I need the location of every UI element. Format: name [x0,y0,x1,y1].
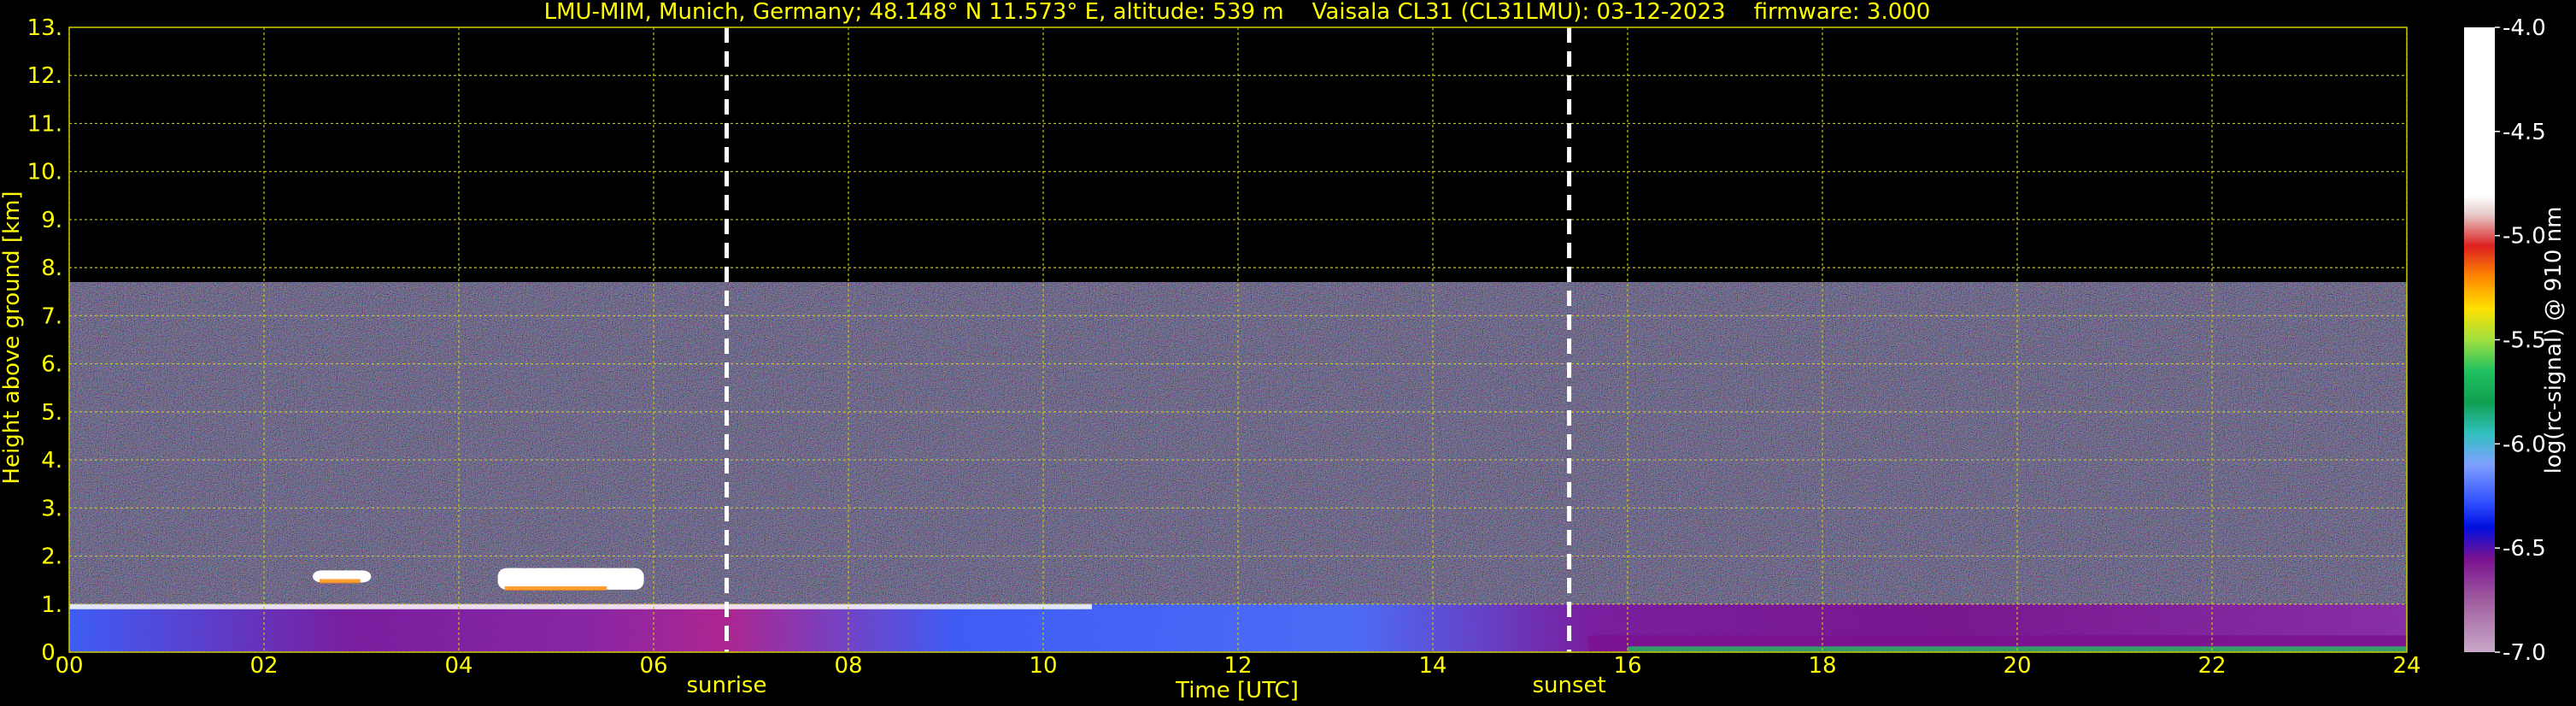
colorbar-tick-label: -5.5 [2503,328,2546,354]
colorbar-tick-label: -4.0 [2503,15,2546,41]
y-tick-label: 3. [41,496,62,521]
y-tick-label: 0. [41,640,62,666]
cloud-base [504,585,607,591]
colorbar-label: log(rc-signal) @ 910 nm [2541,207,2567,474]
x-tick-label: 04 [444,653,472,679]
colorbar-tick-label: -6.5 [2503,536,2546,562]
colorbar-tick-label: -6.0 [2503,432,2546,457]
x-tick-label: 02 [249,653,278,679]
y-axis-label: Height above ground [km] [0,191,25,484]
x-tick-label: 18 [1808,653,1836,679]
x-tick-label: 14 [1418,653,1446,679]
x-tick-label: 12 [1223,653,1252,679]
x-tick-label: 10 [1029,653,1057,679]
x-tick-label: 08 [834,653,862,679]
y-tick-label: 5. [41,400,62,426]
colorbar: -4.0 -4.5 -5.0 -5.5 -6.0 -6.5 -7.0 log(rc-sign… [2464,15,2567,666]
y-tick-label: 11. [27,111,62,137]
colorbar-ticks: -4.0 -4.5 -5.0 -5.5 -6.0 -6.5 -7.0 [2495,15,2546,666]
plot-area: sunrise sunset [68,26,2408,698]
y-tick-label: 2. [41,544,62,570]
y-tick-label: 7. [41,303,62,329]
ceilometer-chart: LMU-MIM, Munich, Germany; 48.148° N 11.5… [0,0,2567,703]
x-axis-ticks: 00 02 04 06 08 10 12 14 16 18 20 22 24 [55,653,2421,679]
annotation-label: sunset [1532,673,1605,698]
colorbar-tick-label: -4.5 [2503,120,2546,145]
x-tick-label: 24 [2392,653,2421,679]
x-axis-label: Time [UTC] [1175,678,1299,703]
y-tick-label: 9. [41,208,62,233]
y-tick-label: 8. [41,256,62,281]
y-tick-label: 13. [27,15,62,41]
annotation-label: sunrise [687,673,767,698]
chart-title: LMU-MIM, Munich, Germany; 48.148° N 11.5… [544,0,1931,25]
x-tick-label: 22 [2198,653,2226,679]
cloud-base [320,579,361,584]
y-axis-ticks: 0. 1. 2. 3. 4. 5. 6. 7. 8. 9. 10. 11. 12. 13. [27,15,62,666]
y-tick-label: 1. [41,592,62,618]
x-tick-label: 06 [639,653,667,679]
y-tick-label: 6. [41,352,62,378]
y-tick-label: 4. [41,448,62,474]
colorbar-tick-label: -7.0 [2503,640,2546,666]
boundary-layer-top [69,603,1092,609]
y-tick-label: 10. [27,160,62,185]
y-tick-label: 12. [27,63,62,89]
x-tick-label: 20 [2003,653,2031,679]
x-tick-label: 16 [1613,653,1641,679]
colorbar-gradient [2464,27,2495,652]
colorbar-tick-label: -5.0 [2503,224,2546,250]
